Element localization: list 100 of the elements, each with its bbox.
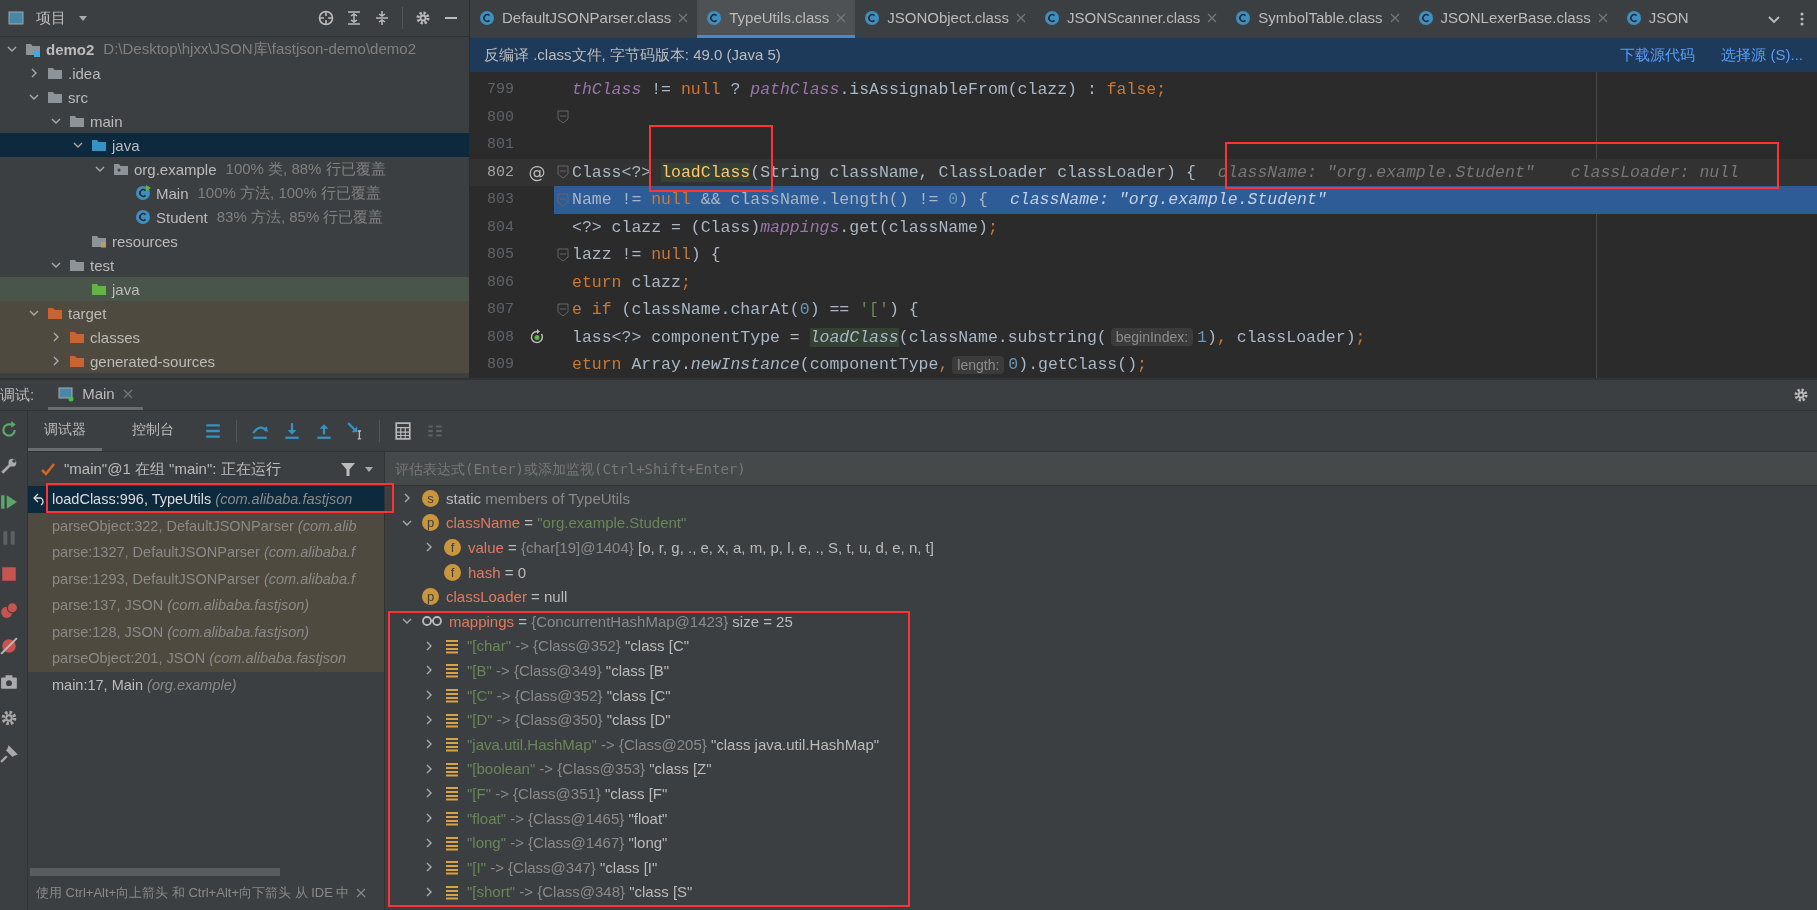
- tree-item[interactable]: target: [0, 301, 469, 325]
- chevron-icon[interactable]: [95, 164, 105, 174]
- tree-item[interactable]: java: [0, 277, 469, 301]
- rerun-icon[interactable]: [0, 421, 18, 439]
- settings-icon[interactable]: [1793, 387, 1809, 403]
- banner-link[interactable]: 下载源代码: [1620, 45, 1696, 65]
- stack-frame[interactable]: main:17, Main (org.example): [28, 671, 384, 698]
- tree-item[interactable]: main: [0, 109, 469, 133]
- collapse-all-icon[interactable]: [374, 10, 390, 26]
- close-icon[interactable]: [122, 388, 133, 399]
- tree-item[interactable]: demo2 D:\Desktop\hjxx\JSON库\fastjson-demo\demo2: [0, 37, 469, 61]
- variable-row[interactable]: "[boolean" -> {Class@353} "class [Z": [385, 756, 1817, 782]
- wrench-icon[interactable]: [0, 457, 18, 475]
- chevron-icon[interactable]: [424, 542, 434, 553]
- close-icon[interactable]: [1389, 12, 1400, 23]
- dropdown-icon[interactable]: [78, 13, 88, 23]
- gutter-mark[interactable]: @: [528, 162, 546, 183]
- scrollbar-thumb[interactable]: [30, 868, 280, 876]
- chevron-icon[interactable]: [424, 640, 434, 651]
- chevron-icon[interactable]: [424, 763, 434, 774]
- settings-icon[interactable]: [415, 10, 431, 26]
- mute-breakpoints-icon[interactable]: [0, 637, 18, 655]
- close-icon[interactable]: [678, 12, 689, 23]
- chevron-icon[interactable]: [424, 862, 434, 873]
- thread-selector[interactable]: "main"@1 在组 "main": 正在运行: [28, 452, 384, 486]
- camera-icon[interactable]: [0, 673, 18, 691]
- chevron-icon[interactable]: [29, 68, 39, 78]
- chevron-icon[interactable]: [402, 493, 412, 504]
- chevron-icon[interactable]: [424, 837, 434, 848]
- step-out-icon[interactable]: [315, 422, 333, 440]
- chevron-icon[interactable]: [424, 813, 434, 823]
- tree-item[interactable]: test: [0, 253, 469, 277]
- variable-row[interactable]: "float" -> {Class@1465} "float": [385, 805, 1817, 831]
- locate-icon[interactable]: [318, 10, 334, 26]
- close-icon[interactable]: [1015, 12, 1026, 23]
- editor-tab[interactable]: SymbolTable.class: [1226, 0, 1409, 38]
- stack-frame[interactable]: loadClass:996, TypeUtils (com.alibaba.fastjson: [28, 486, 384, 513]
- chevron-icon[interactable]: [424, 788, 434, 799]
- tree-item[interactable]: generated-sources: [0, 349, 469, 373]
- filter-icon[interactable]: [340, 461, 356, 477]
- settings-icon[interactable]: [0, 709, 18, 727]
- variable-row[interactable]: p classLoader = null: [385, 584, 1817, 609]
- panel-title[interactable]: 项目: [36, 8, 66, 28]
- debug-tab[interactable]: 调试器: [28, 411, 102, 451]
- step-into-icon[interactable]: [283, 422, 301, 440]
- session-tab[interactable]: Main: [48, 380, 143, 410]
- chevron-icon[interactable]: [424, 886, 434, 897]
- variable-row[interactable]: mappings = {ConcurrentHashMap@1423} size = 25: [385, 608, 1817, 634]
- editor-tab[interactable]: TypeUtils.class: [697, 0, 856, 38]
- expand-all-icon[interactable]: [346, 10, 362, 26]
- chevron-icon[interactable]: [424, 714, 434, 725]
- variable-row[interactable]: "[F" -> {Class@351} "class [F": [385, 781, 1817, 806]
- tree-item[interactable]: .idea: [0, 61, 469, 85]
- banner-link[interactable]: 选择源 (S)...: [1721, 45, 1803, 65]
- variable-row[interactable]: "java.util.HashMap" -> {Class@205} "class java.util.HashMap": [385, 731, 1817, 757]
- calculator-icon[interactable]: [394, 422, 412, 440]
- chevron-icon[interactable]: [29, 92, 39, 102]
- debug-tab[interactable]: 控制台: [116, 411, 190, 451]
- variable-row[interactable]: "long" -> {Class@1467} "long": [385, 830, 1817, 855]
- tree-item[interactable]: classes: [0, 325, 469, 349]
- tree-item[interactable]: resources: [0, 229, 469, 253]
- close-icon[interactable]: [355, 888, 366, 898]
- editor-tab[interactable]: JSONScanner.class: [1034, 0, 1227, 38]
- variable-row[interactable]: s static members of TypeUtils: [385, 486, 1817, 511]
- recursion-icon[interactable]: [529, 329, 545, 346]
- resume-icon[interactable]: [0, 493, 18, 511]
- chevron-icon[interactable]: [424, 690, 434, 701]
- variable-row[interactable]: "[B" -> {Class@349} "class [B": [385, 658, 1817, 683]
- tree-item[interactable]: org.example 100% 类, 88% 行已覆盖: [0, 157, 469, 181]
- chevron-icon[interactable]: [51, 116, 61, 126]
- variable-row[interactable]: "[char" -> {Class@352} "class [C": [385, 633, 1817, 659]
- chevron-icon[interactable]: [424, 665, 434, 676]
- chevron-icon[interactable]: [51, 332, 61, 342]
- editor-tab[interactable]: DefaultJSONParser.class: [470, 0, 698, 38]
- close-icon[interactable]: [1207, 12, 1218, 23]
- chevron-icon[interactable]: [424, 739, 434, 750]
- layout-icon[interactable]: [204, 422, 222, 440]
- chevron-icon[interactable]: [51, 356, 61, 366]
- variable-row[interactable]: "[D" -> {Class@350} "class [D": [385, 707, 1817, 732]
- tree-item[interactable]: Main 100% 方法, 100% 行已覆盖: [0, 181, 469, 205]
- chevron-icon[interactable]: [73, 140, 83, 150]
- editor-tab[interactable]: JSON: [1616, 0, 1698, 38]
- variable-row[interactable]: f hash = 0: [385, 559, 1817, 585]
- editor-tab[interactable]: JSONObject.class: [855, 0, 1035, 38]
- stop-icon[interactable]: [0, 565, 18, 583]
- editor-tab[interactable]: JSONLexerBase.class: [1408, 0, 1617, 38]
- close-icon[interactable]: [1597, 12, 1608, 23]
- variable-row[interactable]: p className = "org.example.Student": [385, 510, 1817, 536]
- breakpoints-icon[interactable]: [0, 601, 18, 619]
- variable-row[interactable]: f value = {char[19]@1404} [o, r, g, ., e, x, a, m, p, l, e, ., S, t, u, d, e, n, t]: [385, 535, 1817, 560]
- chevron-icon[interactable]: [51, 260, 61, 270]
- tree-item[interactable]: Student 83% 方法, 85% 行已覆盖: [0, 205, 469, 229]
- tree-item[interactable]: java: [0, 133, 469, 157]
- dropdown-icon[interactable]: [364, 464, 374, 474]
- variable-row[interactable]: "[short" -> {Class@348} "class [S": [385, 879, 1817, 905]
- variable-row[interactable]: "[I" -> {Class@347} "class [I": [385, 854, 1817, 880]
- chevron-icon[interactable]: [29, 308, 39, 318]
- variable-row[interactable]: "[C" -> {Class@352} "class [C": [385, 682, 1817, 708]
- chevron-icon[interactable]: [7, 44, 17, 54]
- tree-item[interactable]: src: [0, 85, 469, 109]
